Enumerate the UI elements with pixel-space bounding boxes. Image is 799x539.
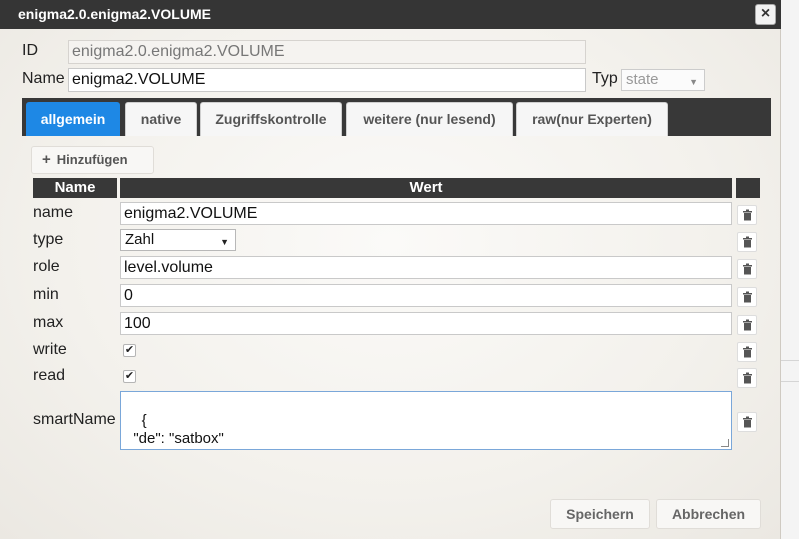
- delete-max-button[interactable]: [737, 315, 757, 335]
- row-label-role: role: [33, 258, 60, 275]
- name-label: Name: [22, 70, 65, 87]
- smartname-textarea[interactable]: { "de": "satbox" }: [120, 391, 732, 450]
- trash-icon: [743, 209, 752, 221]
- type-select-value: Zahl: [125, 231, 155, 248]
- smartname-text: { "de": "satbox" }: [125, 412, 224, 449]
- read-checkbox[interactable]: ✔: [123, 370, 136, 383]
- typ-select: state ▼: [621, 69, 705, 91]
- cancel-button[interactable]: Abbrechen: [656, 499, 761, 529]
- add-button-label: Hinzufügen: [56, 152, 128, 167]
- plus-icon: +: [42, 151, 51, 168]
- id-label: ID: [22, 42, 38, 59]
- tab-raw[interactable]: raw(nur Experten): [516, 102, 668, 136]
- tab-zugriffskontrolle[interactable]: Zugriffskontrolle: [200, 102, 342, 136]
- object-edit-dialog: enigma2.0.enigma2.VOLUME × ID enigma2.0.…: [0, 0, 781, 539]
- row-label-read: read: [33, 367, 66, 384]
- tab-weitere[interactable]: weitere (nur lesend): [346, 102, 513, 136]
- id-field: enigma2.0.enigma2.VOLUME: [68, 40, 586, 64]
- row-label-min: min: [33, 286, 59, 303]
- chevron-down-icon: ▼: [220, 237, 229, 247]
- role-value-input[interactable]: level.volume: [120, 256, 732, 279]
- resize-handle-icon[interactable]: [721, 439, 729, 447]
- row-label-type: type: [33, 231, 64, 248]
- delete-read-button[interactable]: [737, 368, 757, 388]
- tab-native[interactable]: native: [125, 102, 197, 136]
- trash-icon: [743, 291, 752, 303]
- row-label-max: max: [33, 314, 64, 331]
- tab-bar: allgemein native Zugriffskontrolle weite…: [22, 98, 771, 136]
- name-field[interactable]: enigma2.VOLUME: [68, 68, 586, 92]
- dialog-titlebar: enigma2.0.enigma2.VOLUME ×: [0, 0, 781, 29]
- type-select[interactable]: Zahl ▼: [120, 229, 236, 251]
- delete-write-button[interactable]: [737, 342, 757, 362]
- background-page-strip: [781, 0, 799, 539]
- min-value-input[interactable]: 0: [120, 284, 732, 307]
- delete-min-button[interactable]: [737, 287, 757, 307]
- write-checkbox[interactable]: ✔: [123, 344, 136, 357]
- trash-icon: [743, 346, 752, 358]
- delete-smartname-button[interactable]: [737, 412, 757, 432]
- column-header-actions: [736, 178, 760, 198]
- trash-icon: [743, 263, 752, 275]
- max-value-input[interactable]: 100: [120, 312, 732, 335]
- tab-allgemein[interactable]: allgemein: [26, 102, 120, 136]
- delete-role-button[interactable]: [737, 259, 757, 279]
- column-header-name: Name: [33, 178, 117, 198]
- close-button[interactable]: ×: [755, 4, 776, 25]
- delete-name-button[interactable]: [737, 205, 757, 225]
- name-value-input[interactable]: enigma2.VOLUME: [120, 202, 732, 225]
- close-icon: ×: [760, 5, 771, 22]
- delete-type-button[interactable]: [737, 232, 757, 252]
- row-label-write: write: [33, 341, 67, 358]
- trash-icon: [743, 372, 752, 384]
- typ-label: Typ: [592, 70, 618, 87]
- trash-icon: [743, 416, 752, 428]
- add-button[interactable]: + Hinzufügen: [31, 146, 154, 174]
- row-label-name: name: [33, 204, 74, 221]
- chevron-down-icon: ▼: [689, 77, 698, 87]
- column-header-wert: Wert: [120, 178, 732, 198]
- row-label-smartname: smartName: [33, 411, 116, 428]
- trash-icon: [743, 236, 752, 248]
- trash-icon: [743, 319, 752, 331]
- typ-select-value: state: [626, 71, 659, 88]
- save-button[interactable]: Speichern: [550, 499, 650, 529]
- dialog-title: enigma2.0.enigma2.VOLUME: [18, 6, 211, 22]
